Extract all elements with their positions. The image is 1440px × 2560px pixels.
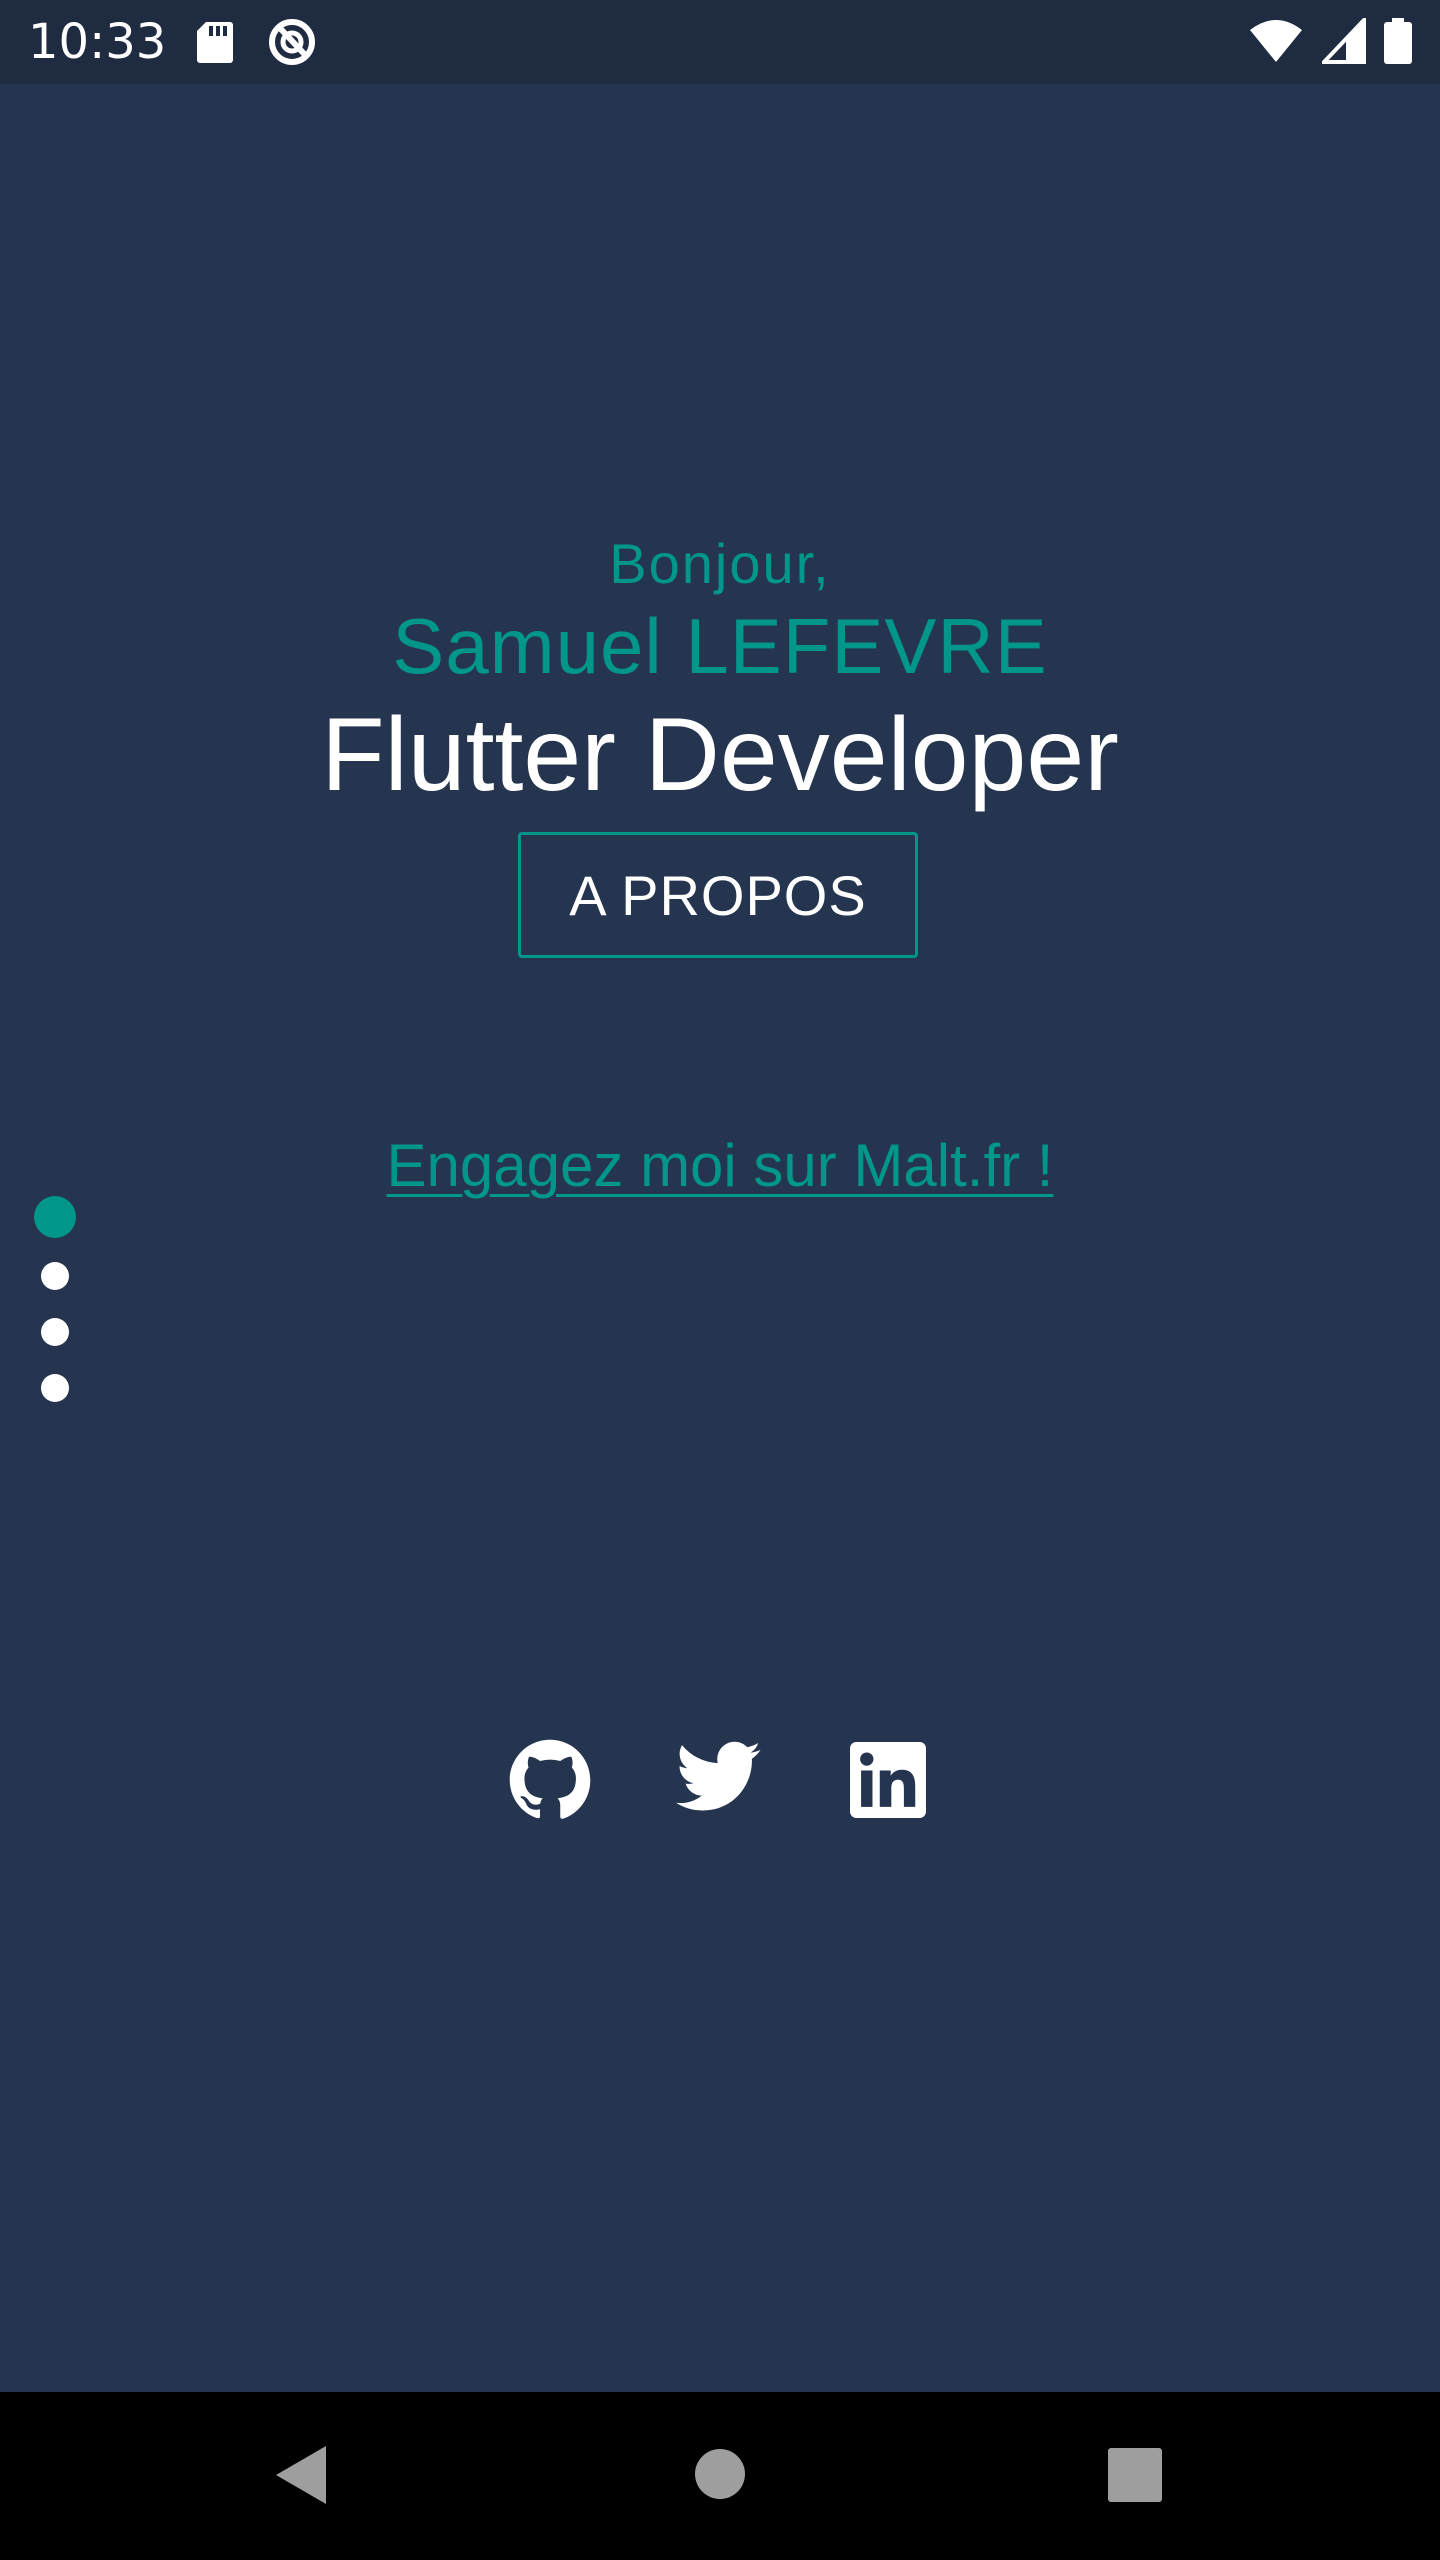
page-dot-4[interactable] — [41, 1374, 69, 1402]
page-dot-2[interactable] — [41, 1262, 69, 1290]
recents-icon[interactable] — [1108, 2448, 1162, 2507]
github-icon[interactable] — [508, 1738, 592, 1827]
wifi-icon — [1248, 18, 1304, 69]
sync-icon — [266, 16, 318, 73]
malt-link[interactable]: Engagez moi sur Malt.fr ! — [0, 1126, 1440, 1206]
sd-card-icon — [196, 20, 234, 69]
page-dot-1[interactable] — [34, 1196, 76, 1238]
home-icon[interactable] — [694, 2448, 746, 2505]
developer-role: Flutter Developer — [321, 697, 1119, 813]
page-dot-3[interactable] — [41, 1318, 69, 1346]
navigation-bar — [0, 2392, 1440, 2560]
battery-icon — [1384, 18, 1412, 69]
about-button[interactable]: A PROPOS — [518, 832, 918, 958]
status-time: 10:33 — [28, 14, 167, 70]
twitter-icon[interactable] — [676, 1740, 762, 1825]
greeting-text: Bonjour, — [609, 532, 831, 595]
status-bar: 10:33 — [0, 0, 1440, 84]
main-content: Bonjour, Samuel LEFEVRE Flutter Develope… — [0, 84, 1440, 2392]
linkedin-icon[interactable] — [850, 1742, 926, 1823]
back-icon[interactable] — [272, 2444, 328, 2511]
developer-name: Samuel LEFEVRE — [392, 602, 1048, 690]
signal-icon — [1319, 15, 1366, 69]
